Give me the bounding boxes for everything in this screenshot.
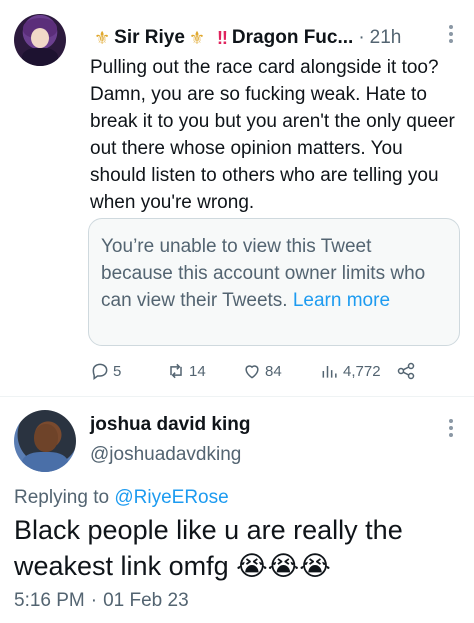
tweet2-time: 5:16 PM	[14, 590, 85, 611]
views-count: 4,772	[343, 362, 381, 380]
reply-icon	[92, 363, 108, 380]
share-button[interactable]	[396, 358, 419, 384]
tweet2-date: 01 Feb 23	[103, 590, 189, 611]
share-icon	[397, 362, 415, 380]
tweet2-display-name[interactable]: joshua david king	[90, 414, 250, 436]
replying-to-handle[interactable]: @RiyeERose	[114, 487, 228, 508]
separator-dot: ·	[90, 590, 98, 611]
avatar-joshua[interactable]	[14, 410, 76, 472]
unavailable-quote-tweet[interactable]: You’re unable to view this Tweet because…	[88, 218, 460, 346]
replying-to-line: Replying to @RiyeERose	[14, 487, 229, 509]
like-count: 84	[265, 362, 282, 380]
avatar-shirt	[22, 452, 68, 472]
crown-emoji-icon: ⚜	[188, 27, 206, 48]
tweet1-display-name-suffix[interactable]: Dragon Fuc...	[232, 27, 353, 49]
reply-button[interactable]: 5	[90, 358, 121, 384]
reply-count: 5	[113, 362, 122, 380]
tweet1-header: ⚜ Sir Riye ⚜ ‼ Dragon Fuc... · 21h	[90, 26, 401, 50]
tweet2-text: Black people like u are really the weake…	[14, 515, 403, 581]
divider	[0, 396, 474, 397]
crying-face-emoji-icon: 😭😭😭	[236, 551, 331, 581]
retweet-icon	[170, 363, 182, 379]
replying-to-label: Replying to	[14, 487, 110, 508]
avatar-body	[22, 48, 58, 66]
avatar-face	[34, 424, 58, 452]
tweet2-timestamp[interactable]: 5:16 PM · 01 Feb 23	[14, 590, 189, 612]
views-button[interactable]: 4,772	[320, 358, 381, 384]
tweet1-display-name[interactable]: Sir Riye	[114, 27, 185, 49]
views-icon	[322, 366, 337, 378]
avatar-face	[31, 28, 49, 48]
like-button[interactable]: 84	[242, 358, 282, 384]
double-exclamation-emoji-icon: ‼	[217, 27, 228, 48]
retweet-count: 14	[189, 362, 206, 380]
avatar-sir-riye[interactable]	[14, 14, 66, 66]
tweet1-text: Pulling out the race card alongside it t…	[90, 57, 455, 213]
tweet2-text-block: Black people like u are really the weake…	[14, 512, 464, 584]
tweet1-time[interactable]: 21h	[370, 27, 402, 49]
more-icon[interactable]	[444, 22, 458, 46]
separator-dot: ·	[358, 27, 365, 48]
crown-emoji-icon: ⚜	[94, 27, 111, 48]
retweet-button[interactable]: 14	[166, 358, 206, 384]
more-icon[interactable]	[444, 416, 458, 440]
tweet2-handle[interactable]: @joshuadavdking	[90, 444, 241, 466]
like-icon	[245, 365, 259, 379]
learn-more-link[interactable]: Learn more	[293, 290, 390, 311]
